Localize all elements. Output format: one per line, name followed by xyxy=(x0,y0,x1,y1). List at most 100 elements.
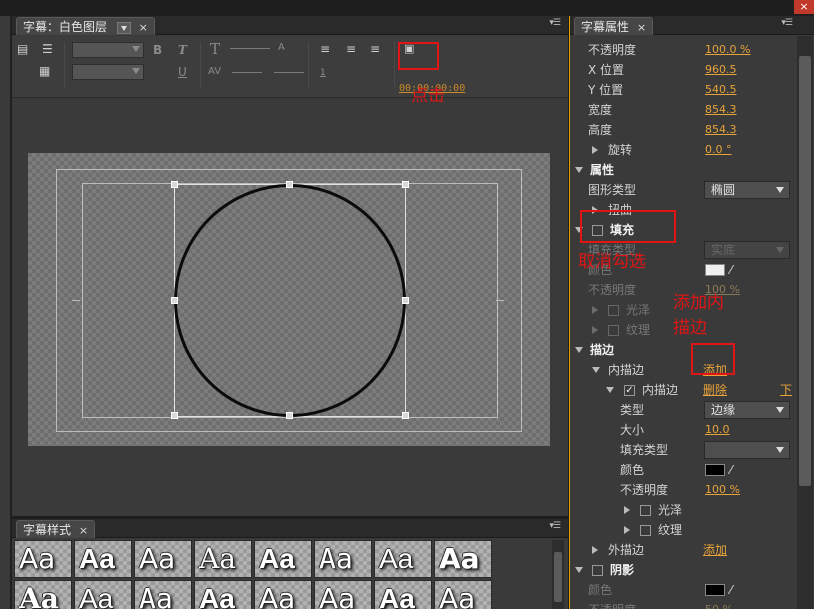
fill-texture-checkbox[interactable] xyxy=(608,325,619,336)
expand-stroke-texture-icon[interactable] xyxy=(624,526,630,534)
rotation-value[interactable]: 0.0 ° xyxy=(705,140,732,160)
ellipse-shape[interactable] xyxy=(174,184,406,417)
stroke-color-swatch[interactable] xyxy=(705,464,725,476)
opacity-value[interactable]: 100.0 % xyxy=(705,40,750,60)
resize-handle-r[interactable] xyxy=(402,297,409,304)
resize-handle-tr[interactable] xyxy=(402,181,409,188)
style-swatch[interactable]: Aa xyxy=(434,580,492,609)
align-left-icon[interactable]: ≡ xyxy=(320,42,330,56)
stroke-sheen-row: 光泽 xyxy=(570,500,795,520)
resize-handle-t[interactable] xyxy=(286,181,293,188)
expand-texture-icon[interactable] xyxy=(592,326,598,334)
stroke-size-value[interactable]: 10.0 xyxy=(705,420,730,440)
style-swatch[interactable]: Aa xyxy=(14,540,72,578)
width-value[interactable]: 854.3 xyxy=(705,100,737,120)
resize-handle-b[interactable] xyxy=(286,412,293,419)
font-size-value-line[interactable] xyxy=(230,48,270,49)
close-icon[interactable]: × xyxy=(637,21,646,34)
fill-sheen-checkbox[interactable] xyxy=(608,305,619,316)
window-close-icon[interactable]: × xyxy=(794,0,814,14)
style-swatch[interactable]: Aa xyxy=(74,580,132,609)
shadow-opacity-value[interactable]: 50 % xyxy=(705,600,733,609)
eyedropper-icon[interactable]: ⁄ xyxy=(730,460,732,480)
resize-handle-l[interactable] xyxy=(171,297,178,304)
align-center-icon[interactable]: ≡ xyxy=(346,42,356,56)
fill-color-swatch[interactable] xyxy=(705,264,725,276)
expand-outer-strokes-icon[interactable] xyxy=(592,546,598,554)
style-swatch[interactable]: Aa xyxy=(434,540,492,578)
panel-menu-icon[interactable]: ▾☰ xyxy=(549,521,561,531)
roll-options-icon[interactable]: ☰ xyxy=(42,42,53,56)
inner-stroke-checkbox[interactable]: ✓ xyxy=(624,385,635,396)
delete-inner-stroke-link[interactable]: 删除 xyxy=(703,380,727,400)
stroke-section-header[interactable]: 描边 xyxy=(570,340,795,360)
stroke-fill-type-row: 填充类型 xyxy=(570,440,795,460)
styles-scrollbar-thumb[interactable] xyxy=(554,552,562,602)
stroke-type-dropdown[interactable]: 边缘 xyxy=(704,401,790,419)
stroke-texture-checkbox[interactable] xyxy=(640,525,651,536)
tab-stops-icon[interactable]: 1 xyxy=(320,66,326,80)
kerning-value-line[interactable] xyxy=(232,72,262,73)
collapse-properties-icon[interactable] xyxy=(575,167,583,173)
title-canvas[interactable] xyxy=(28,153,550,446)
shadow-color-swatch[interactable] xyxy=(705,584,725,596)
font-style-select[interactable] xyxy=(72,64,144,80)
move-down-link[interactable]: 下 xyxy=(780,380,792,400)
style-swatch[interactable]: Aa xyxy=(374,540,432,578)
collapse-inner-strokes-icon[interactable] xyxy=(592,367,600,373)
style-swatch[interactable]: Aa xyxy=(134,540,192,578)
properties-section-header[interactable]: 属性 xyxy=(570,160,795,180)
resize-handle-bl[interactable] xyxy=(171,412,178,419)
stroke-opacity-value[interactable]: 100 % xyxy=(705,480,740,500)
style-swatch[interactable]: Aa xyxy=(254,580,312,609)
panel-menu-icon[interactable]: ▾☰ xyxy=(549,18,561,28)
style-swatch[interactable]: Aa xyxy=(314,540,372,578)
style-swatch[interactable]: Aa xyxy=(194,540,252,578)
tab-title-properties[interactable]: 字幕属性 × xyxy=(574,17,654,35)
resize-handle-br[interactable] xyxy=(402,412,409,419)
style-swatch[interactable]: Aa xyxy=(254,540,312,578)
expand-sheen-icon[interactable] xyxy=(592,306,598,314)
styles-scrollbar[interactable] xyxy=(552,540,564,609)
add-outer-stroke-link[interactable]: 添加 xyxy=(703,540,727,560)
style-swatch[interactable]: Aa xyxy=(14,580,72,609)
shadow-checkbox[interactable] xyxy=(592,565,603,576)
collapse-stroke-icon[interactable] xyxy=(575,347,583,353)
style-swatch[interactable]: Aa xyxy=(374,580,432,609)
expand-stroke-sheen-icon[interactable] xyxy=(624,506,630,514)
close-icon[interactable]: × xyxy=(79,524,88,537)
properties-scrollbar-thumb[interactable] xyxy=(799,56,811,486)
tab-title-layer[interactable]: 字幕：白色图层 × xyxy=(16,17,155,35)
style-swatch[interactable]: Aa xyxy=(194,580,252,609)
style-swatch[interactable]: Aa xyxy=(134,580,192,609)
font-family-select[interactable] xyxy=(72,42,144,58)
tab-dropdown-icon[interactable] xyxy=(116,21,131,34)
eyedropper-icon[interactable]: ⁄ xyxy=(730,260,732,280)
underline-button[interactable]: U xyxy=(178,65,187,79)
shadow-section-header[interactable]: 阴影 xyxy=(570,560,795,580)
italic-button[interactable]: T xyxy=(178,43,187,57)
y-position-value[interactable]: 540.5 xyxy=(705,80,737,100)
collapse-inner-stroke-icon[interactable] xyxy=(606,387,614,393)
background-video-icon[interactable]: ▦ xyxy=(39,64,50,78)
fill-type-dropdown[interactable]: 实底 xyxy=(704,241,790,259)
align-right-icon[interactable]: ≡ xyxy=(370,42,380,56)
panel-menu-icon[interactable]: ▾☰ xyxy=(781,18,793,28)
stroke-sheen-checkbox[interactable] xyxy=(640,505,651,516)
stroke-fill-type-dropdown[interactable] xyxy=(704,441,790,459)
collapse-shadow-icon[interactable] xyxy=(575,567,583,573)
bold-button[interactable]: B xyxy=(153,43,162,57)
close-icon[interactable]: × xyxy=(139,21,148,34)
template-icon[interactable]: ▤ xyxy=(17,42,28,56)
style-swatch[interactable]: Aa xyxy=(314,580,372,609)
resize-handle-tl[interactable] xyxy=(171,181,178,188)
properties-scrollbar[interactable] xyxy=(797,36,813,609)
height-value[interactable]: 854.3 xyxy=(705,120,737,140)
x-position-value[interactable]: 960.5 xyxy=(705,60,737,80)
expand-rotation-icon[interactable] xyxy=(592,146,598,154)
eyedropper-icon[interactable]: ⁄ xyxy=(730,580,732,600)
tab-title-styles[interactable]: 字幕样式 × xyxy=(16,520,96,538)
style-swatch[interactable]: Aa xyxy=(74,540,132,578)
tracking-value-line[interactable] xyxy=(274,72,304,73)
shape-type-dropdown[interactable]: 椭圆 xyxy=(704,181,790,199)
